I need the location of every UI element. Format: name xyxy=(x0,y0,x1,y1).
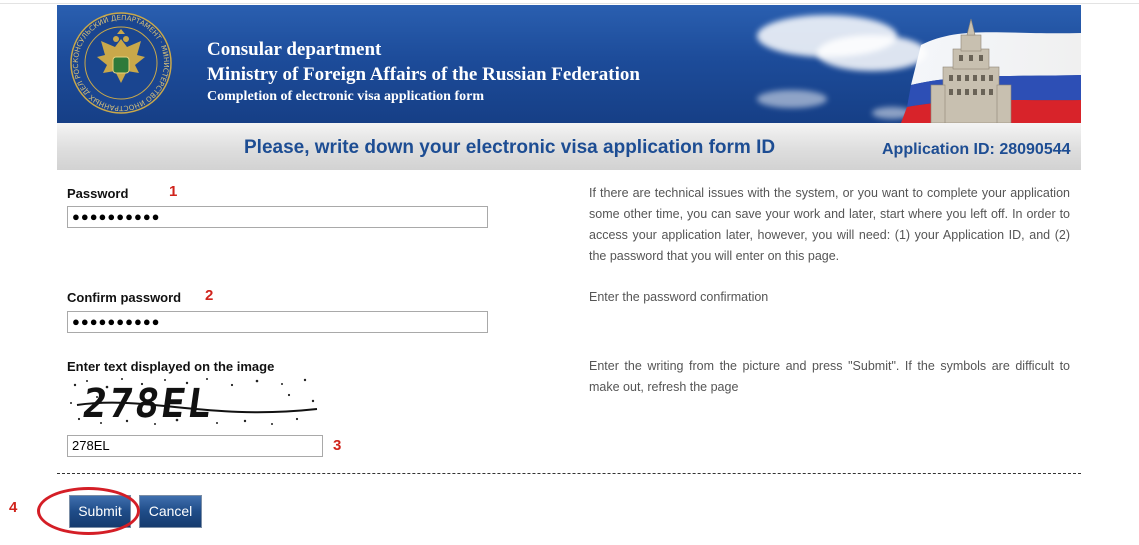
captcha-label: Enter text displayed on the image xyxy=(67,359,275,374)
title-bar: Please, write down your electronic visa … xyxy=(57,123,1081,170)
banner-text: Consular department Ministry of Foreign … xyxy=(207,37,640,106)
submit-button[interactable]: Submit xyxy=(69,495,131,528)
confirm-password-field[interactable]: ●●●●●●●●●● xyxy=(67,311,488,333)
captcha-help-text: Enter the writing from the picture and p… xyxy=(589,359,1070,394)
application-id: Application ID: 28090544 xyxy=(882,141,1071,158)
captcha-input[interactable]: 278EL xyxy=(67,435,323,457)
consular-emblem-icon: КОНСУЛЬСКИЙ ДЕПАРТАМЕНТ · МИНИСТЕРСТВО И… xyxy=(69,11,172,114)
russian-flag-building-image xyxy=(901,18,1081,123)
header-banner: КОНСУЛЬСКИЙ ДЕПАРТАМЕНТ · МИНИСТЕРСТВО И… xyxy=(57,5,1081,123)
banner-description: Completion of electronic visa applicatio… xyxy=(207,89,484,104)
step-marker-1: 1 xyxy=(169,183,178,200)
confirm-help-text: Enter the password confirmation xyxy=(589,290,769,304)
captcha-image-text: 278EL xyxy=(80,381,217,427)
password-field[interactable]: ●●●●●●●●●● xyxy=(67,206,488,228)
step-marker-3: 3 xyxy=(333,437,342,454)
captcha-image: 278EL xyxy=(67,375,319,427)
page-title: Please, write down your electronic visa … xyxy=(244,137,776,158)
top-border-line xyxy=(0,3,1139,4)
password-help-text: If there are technical issues with the s… xyxy=(589,186,1070,263)
cloud-shape xyxy=(757,90,827,108)
cancel-button[interactable]: Cancel xyxy=(139,495,202,528)
banner-title: Consular department xyxy=(207,39,382,60)
step-marker-2: 2 xyxy=(205,287,214,304)
banner-subtitle: Ministry of Foreign Affairs of the Russi… xyxy=(207,64,640,85)
password-label: Password xyxy=(67,186,129,201)
confirm-password-label: Confirm password xyxy=(67,290,182,305)
step-marker-4: 4 xyxy=(9,499,18,516)
form-divider xyxy=(57,473,1081,474)
